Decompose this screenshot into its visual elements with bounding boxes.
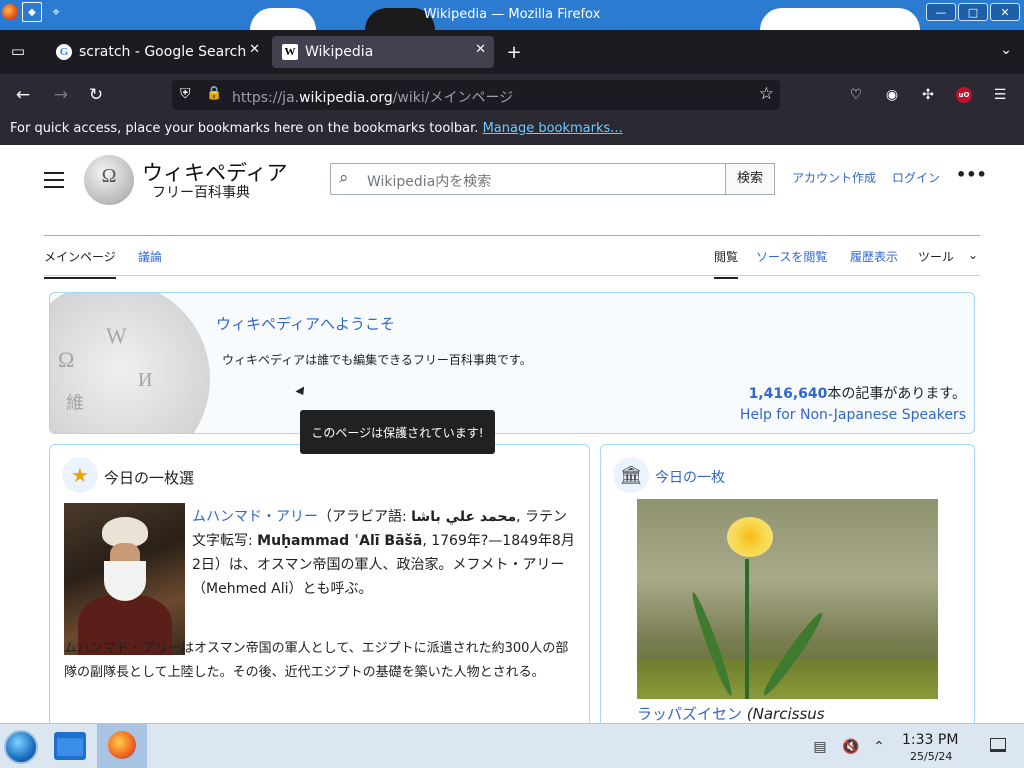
search-button[interactable]: 検索 [725,163,775,195]
wikipedia-puzzle-globe: W Ω И 維 [50,293,210,433]
manage-bookmarks-link[interactable]: Manage bookmarks... [483,121,623,136]
bookmark-star-icon[interactable]: ☆ [759,84,774,104]
minimize-button[interactable]: — [926,3,956,21]
protection-tooltip: このページは保護されています! [300,410,495,454]
chevron-down-icon[interactable]: ⌄ [968,248,978,262]
tab-strip: ▭ G scratch - Google Search ✕ W Wikipedi… [0,30,1024,74]
main-menu-icon[interactable] [44,172,64,193]
search-input[interactable]: ⌕ Wikipedia内を検索 [330,163,726,195]
tab-view-source[interactable]: ソースを閲覧 [756,248,827,265]
featured-body-text: ムハンマド・アリーはオスマン帝国の軍人として、エジプトに派遣された約300人の部… [64,641,569,680]
tray-expand-icon[interactable]: ⌃ [870,738,888,756]
firefox-icon [108,731,136,759]
featured-heading: 今日の一枚選 [104,469,195,487]
tab-close-icon[interactable]: ✕ [249,42,260,57]
list-all-tabs-button[interactable]: ⌄ [1000,42,1012,58]
window-titlebar: ◆ ⌖ Wikipedia — Mozilla Firefox — □ ✕ [0,0,1024,30]
file-manager-icon[interactable] [54,732,86,760]
app-menu-icon[interactable]: ☰ [989,84,1011,106]
ublock-origin-icon[interactable]: uO [956,87,972,103]
tab-talk[interactable]: 議論 [138,248,162,265]
todays-picture-caption: ラッパズイセン (Narcissus [637,705,825,723]
caption-link[interactable]: ラッパズイセン [637,705,742,723]
login-link[interactable]: ログイン [892,169,940,186]
tab-label: Wikipedia [305,44,374,60]
star-icon: ★ [62,457,98,493]
clock-date[interactable]: 25/5/24 [910,750,952,763]
clipboard-icon[interactable]: ▤ [811,738,829,756]
tab-google-search[interactable]: G scratch - Google Search ✕ [46,36,268,68]
featured-lead-link[interactable]: ムハンマド・アリー [192,509,318,525]
museum-icon: 🏛 [613,457,649,493]
wikipedia-tagline: フリー百科事典 [152,186,250,201]
google-favicon-icon: G [56,44,72,60]
search-icon: ⌕ [339,168,349,188]
navigation-toolbar: ← → ↻ ⛨ 🔒 https://ja.wikipedia.org/wiki/… [0,74,1024,116]
firefox-view-icon[interactable]: ▭ [8,42,28,62]
daffodil-image[interactable] [637,499,938,699]
volume-muted-icon[interactable]: 🔇 [842,738,860,756]
tab-label: scratch - Google Search [79,44,247,60]
reload-button[interactable]: ↻ [85,84,107,106]
start-menu-icon[interactable] [4,730,38,764]
header-divider [44,235,980,236]
wikipedia-page: Ω ウィキペディア フリー百科事典 ⌕ Wikipedia内を検索 検索 アカウ… [0,145,1024,723]
tab-tools[interactable]: ツール [918,248,954,265]
taskbar: ▤ 🔇 ⌃ 1:33 PM 25/5/24 [0,723,1024,768]
todays-picture-box: 🏛 今日の一枚 ラッパズイセン (Narcissus [600,444,975,723]
create-account-link[interactable]: アカウント作成 [792,169,876,186]
account-icon[interactable]: ◉ [881,84,903,106]
welcome-title[interactable]: ウィキペディアへようこそ [216,313,395,334]
show-desktop-icon[interactable] [990,738,1006,752]
tab-history[interactable]: 履歴表示 [850,248,898,265]
welcome-box: W Ω И 維 ウィキペディアへようこそ ウィキペディアは誰でも編集できるフリー… [49,292,975,434]
window-title: Wikipedia — Mozilla Firefox [423,7,601,22]
featured-portrait-image[interactable] [64,503,185,655]
search-placeholder: Wikipedia内を検索 [367,174,492,190]
help-non-japanese-link[interactable]: Help for Non-Japanese Speakers [740,407,966,423]
bookmarks-message: For quick access, place your bookmarks h… [10,121,483,136]
lock-icon[interactable]: 🔒 [206,86,222,101]
article-count-number[interactable]: 1,416,640 [749,386,828,402]
url-text[interactable]: https://ja.wikipedia.org/wiki/メインページ [232,87,513,107]
url-bar[interactable]: ⛨ 🔒 https://ja.wikipedia.org/wiki/メインページ… [172,80,780,110]
tab-close-icon[interactable]: ✕ [475,42,486,57]
todays-picture-heading[interactable]: 今日の一枚 [655,467,725,487]
wikipedia-logo-glyph: Ω [101,165,117,187]
new-tab-button[interactable]: + [504,42,524,63]
featured-article-box: ★ 今日の一枚選 ムハンマド・アリー（アラビア語: محمد علي باشا,… [49,444,590,723]
clock-time[interactable]: 1:33 PM [902,732,958,748]
wikipedia-favicon-icon: W [282,44,298,60]
extensions-icon[interactable]: ✣ [917,84,939,106]
welcome-description: ウィキペディアは誰でも編集できるフリー百科事典です。 [222,353,532,367]
more-options-icon[interactable]: ••• [956,165,987,184]
tracking-protection-icon[interactable]: ⛨ [180,86,191,102]
bookmarks-toolbar: For quick access, place your bookmarks h… [0,116,1024,145]
tab-wikipedia[interactable]: W Wikipedia ✕ [272,36,494,68]
pocket-icon[interactable]: ♡ [845,84,867,106]
maximize-button[interactable]: □ [958,3,988,21]
back-button[interactable]: ← [12,84,34,106]
featured-lead-text: ムハンマド・アリー（アラビア語: محمد علي باشا, ラテン文字転写:… [192,509,575,597]
firefox-taskbar-button[interactable] [97,724,147,768]
close-button[interactable]: ✕ [990,3,1020,21]
forward-button[interactable]: → [50,84,72,106]
tabs-divider [44,275,980,276]
article-count: 1,416,640本の記事があります。 [748,386,966,402]
